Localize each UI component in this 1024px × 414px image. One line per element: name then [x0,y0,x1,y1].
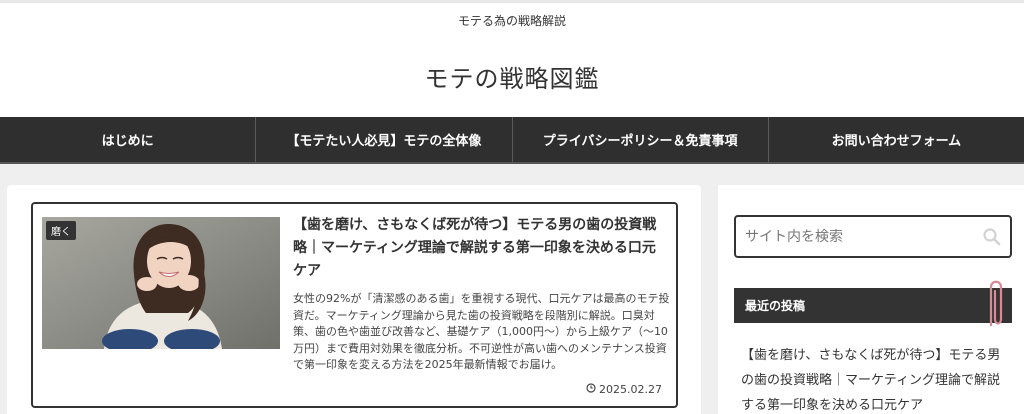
site-title[interactable]: モテの戦略図鑑 [0,59,1024,94]
nav-item-contact[interactable]: お問い合わせフォーム [767,117,1024,162]
nav-item-intro[interactable]: はじめに [0,117,255,162]
article-date: 2025.02.27 [586,383,662,396]
recent-post-link[interactable]: 【歯を磨け、さもなくば死が待つ】モテる男の歯の投資戦略｜マーケティング理論で解説… [741,343,1011,414]
recent-posts-heading: 最近の投稿 [734,288,1012,323]
site-tagline: モテる為の戦略解説 [457,14,566,28]
site-header: モテる為の戦略解説 モテの戦略図鑑 [0,0,1024,117]
article-title[interactable]: 【歯を磨け、さもなくば死が待つ】モテる男の歯の投資戦略｜マーケティング理論で解説… [293,214,665,283]
article-excerpt: 女性の92%が「清潔感のある歯」を重視する現代、口元ケアは最高のモテ投資だ。マー… [293,292,670,371]
search-input[interactable] [736,217,976,256]
paperclip-icon [989,280,1003,327]
search-icon[interactable] [982,227,1002,247]
main-content: 磨く 【歯を磨け、さもなくば死が待つ】モテる男の歯の投資戦略｜マーケティング理論… [7,185,701,414]
search-box [734,215,1012,258]
article-card[interactable]: 磨く 【歯を磨け、さもなくば死が待つ】モテる男の歯の投資戦略｜マーケティング理論… [31,202,678,408]
clock-icon [586,383,596,396]
nav-item-privacy[interactable]: プライバシーポリシー＆免責事項 [511,117,768,162]
global-nav: はじめに 【モテたい人必見】モテの全体像 プライバシーポリシー＆免責事項 お問い… [0,117,1024,164]
article-date-text: 2025.02.27 [599,383,662,396]
category-badge[interactable]: 磨く [46,221,76,240]
smiling-woman-photo [42,217,280,349]
article-thumbnail[interactable]: 磨く [42,217,280,349]
sidebar: 最近の投稿 【歯を磨け、さもなくば死が待つ】モテる男の歯の投資戦略｜マーケティン… [718,185,1024,414]
nav-item-overview[interactable]: 【モテたい人必見】モテの全体像 [255,117,511,162]
